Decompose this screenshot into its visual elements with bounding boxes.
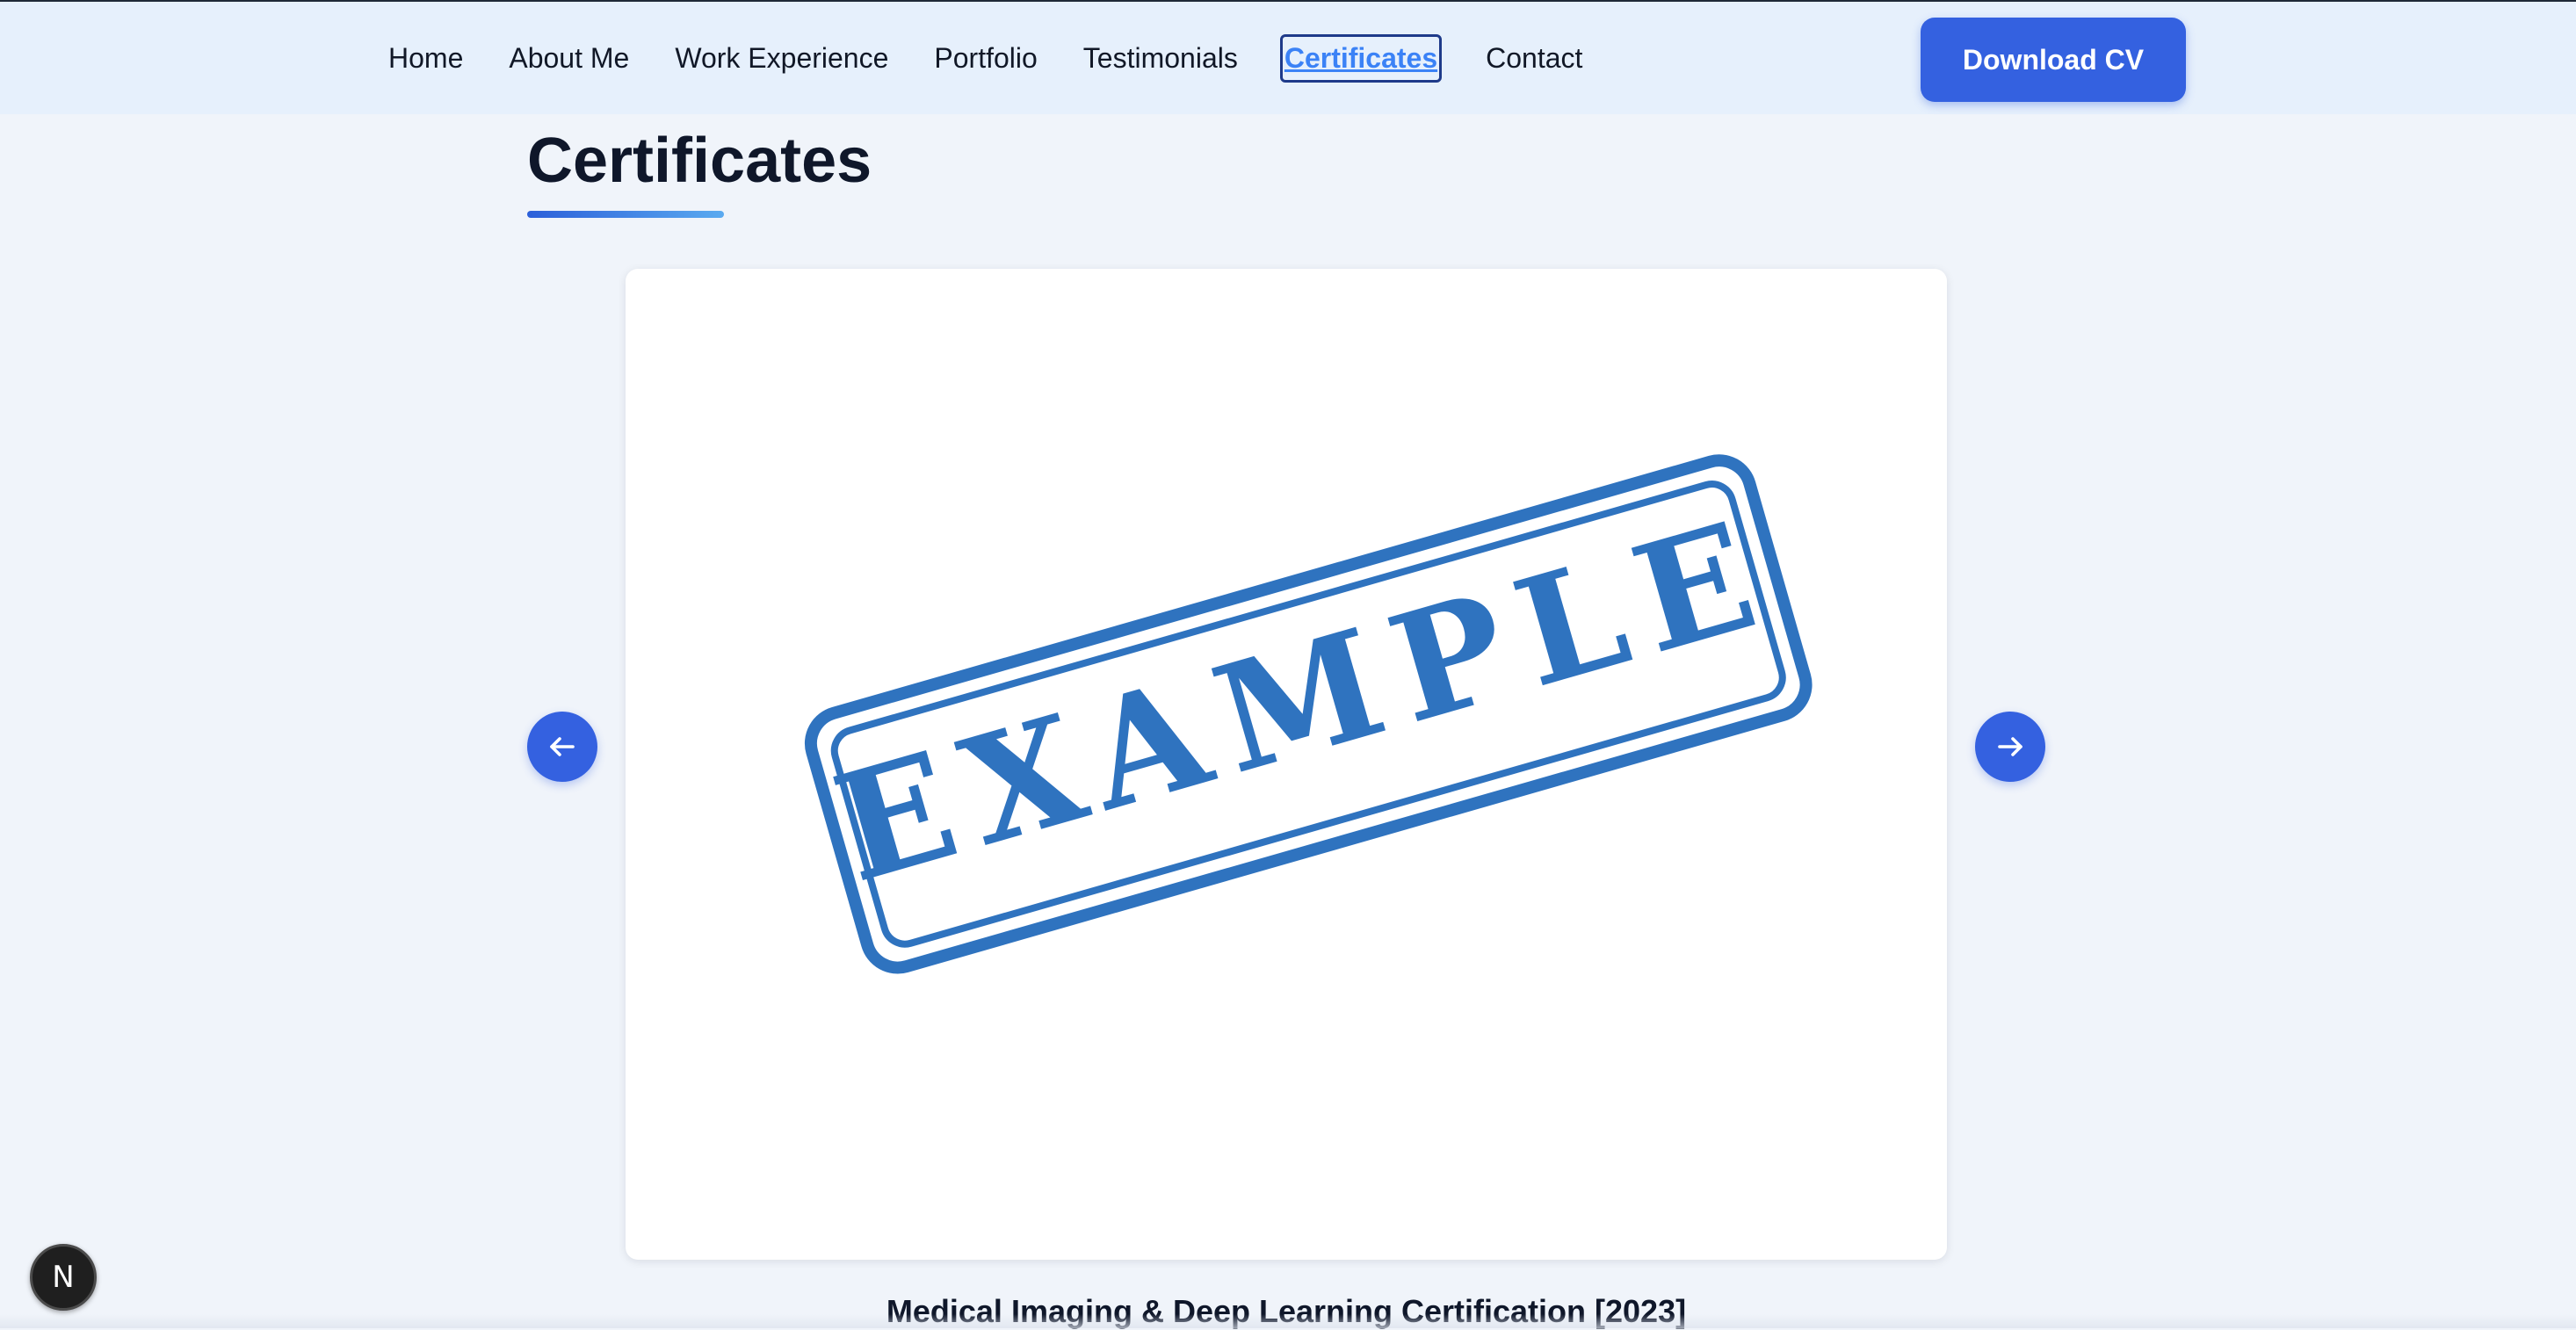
arrow-right-icon <box>1998 737 2022 756</box>
navbar: Home About Me Work Experience Portfolio … <box>0 2 2576 114</box>
title-underline <box>527 211 724 218</box>
nav-link-work-experience[interactable]: Work Experience <box>673 37 890 80</box>
nav-link-testimonials[interactable]: Testimonials <box>1082 37 1240 80</box>
arrow-left-icon <box>550 737 575 756</box>
nav-links: Home About Me Work Experience Portfolio … <box>387 2 1626 114</box>
certificate-image: EXAMPLE <box>804 454 1813 974</box>
nextjs-dev-badge[interactable]: N <box>30 1244 97 1311</box>
dev-badge-letter: N <box>52 1260 75 1295</box>
nav-link-home[interactable]: Home <box>387 37 465 80</box>
nav-link-contact[interactable]: Contact <box>1484 37 1584 80</box>
carousel-next-button[interactable] <box>1975 712 2045 782</box>
nav-link-certificates[interactable]: Certificates <box>1279 33 1443 83</box>
certificate-card[interactable]: EXAMPLE <box>626 269 1947 1260</box>
nav-link-about-me[interactable]: About Me <box>507 37 631 80</box>
section-title: Certificates <box>527 126 872 196</box>
download-cv-button[interactable]: Download CV <box>1921 18 2186 102</box>
bottom-fade <box>0 1314 2576 1328</box>
nav-link-portfolio[interactable]: Portfolio <box>932 37 1038 80</box>
carousel-prev-button[interactable] <box>527 712 597 782</box>
